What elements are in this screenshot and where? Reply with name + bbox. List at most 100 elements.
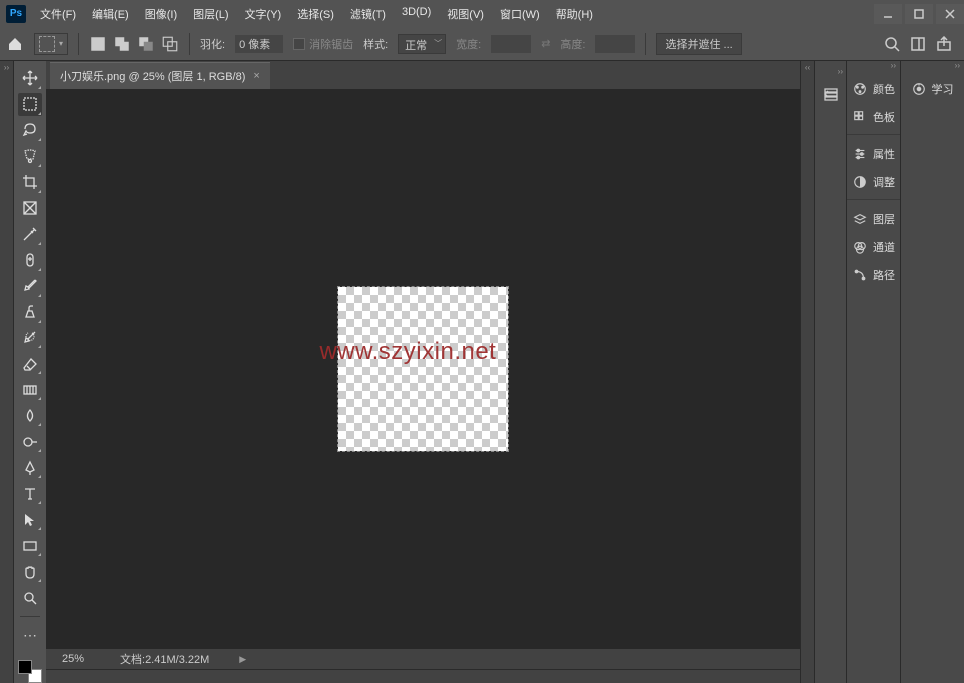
selection-add-icon[interactable] bbox=[113, 35, 131, 53]
gradient-tool[interactable] bbox=[18, 378, 42, 401]
close-tab-icon[interactable]: × bbox=[253, 70, 259, 82]
panel-swatches[interactable]: 色板 bbox=[847, 103, 900, 131]
history-brush-tool[interactable] bbox=[18, 327, 42, 350]
antialias-label: 消除锯齿 bbox=[309, 36, 353, 52]
menu-help[interactable]: 帮助(H) bbox=[548, 0, 601, 28]
edit-toolbar-button[interactable]: ⋯ bbox=[18, 624, 42, 647]
menu-edit[interactable]: 编辑(E) bbox=[84, 0, 137, 28]
learn-column: ›› 学习 bbox=[900, 61, 964, 683]
quick-select-tool[interactable] bbox=[18, 145, 42, 168]
marquee-tool[interactable] bbox=[18, 93, 42, 116]
panel-column: ›› 颜色 色板 属性 调整 图层 通道 路径 bbox=[846, 61, 900, 683]
marquee-preset-icon bbox=[39, 36, 55, 52]
left-collapse-strip[interactable]: ›› bbox=[0, 61, 14, 683]
blur-tool[interactable] bbox=[18, 404, 42, 427]
eraser-tool[interactable] bbox=[18, 352, 42, 375]
title-bar: Ps 文件(F) 编辑(E) 图像(I) 图层(L) 文字(Y) 选择(S) 滤… bbox=[0, 0, 964, 27]
chevron-icon[interactable]: ›› bbox=[847, 61, 900, 75]
dodge-tool[interactable] bbox=[18, 430, 42, 453]
menu-select[interactable]: 选择(S) bbox=[289, 0, 342, 28]
document-tab-title: 小刀娱乐.png @ 25% (图层 1, RGB/8) bbox=[60, 68, 245, 84]
window-controls bbox=[871, 4, 964, 24]
canvas[interactable]: www.szyixin.net bbox=[46, 89, 800, 649]
history-panel-icon[interactable] bbox=[819, 82, 843, 106]
menu-view[interactable]: 视图(V) bbox=[439, 0, 492, 28]
zoom-tool[interactable] bbox=[18, 586, 42, 609]
brush-tool[interactable] bbox=[18, 275, 42, 298]
crop-tool[interactable] bbox=[18, 171, 42, 194]
divider bbox=[20, 616, 40, 617]
tool-preset-picker[interactable]: ▾ bbox=[34, 33, 68, 55]
menu-3d[interactable]: 3D(D) bbox=[394, 0, 439, 28]
checkbox-icon bbox=[293, 38, 305, 50]
panel-adjustments[interactable]: 调整 bbox=[847, 168, 900, 196]
type-tool[interactable] bbox=[18, 482, 42, 505]
workspace-icon[interactable] bbox=[910, 36, 926, 52]
search-icon[interactable] bbox=[884, 36, 900, 52]
app-logo: Ps bbox=[6, 5, 26, 23]
selection-subtract-icon[interactable] bbox=[137, 35, 155, 53]
selection-intersect-icon[interactable] bbox=[161, 35, 179, 53]
menu-image[interactable]: 图像(I) bbox=[137, 0, 185, 28]
chevron-icon[interactable]: ›› bbox=[901, 61, 964, 75]
pen-tool[interactable] bbox=[18, 456, 42, 479]
path-select-tool[interactable] bbox=[18, 508, 42, 531]
status-bar: 25% 文档:2.41M/3.22M ▶ bbox=[46, 649, 800, 669]
canvas-transparency bbox=[338, 287, 508, 451]
document-tabs: 小刀娱乐.png @ 25% (图层 1, RGB/8) × bbox=[46, 61, 800, 89]
lasso-tool[interactable] bbox=[18, 119, 42, 142]
menu-file[interactable]: 文件(F) bbox=[32, 0, 84, 28]
chevron-icon: ›› bbox=[838, 67, 846, 76]
width-input bbox=[491, 35, 531, 53]
document-info[interactable]: 文档:2.41M/3.22M bbox=[108, 651, 209, 667]
select-and-mask-button[interactable]: 选择并遮住 ... bbox=[656, 33, 741, 55]
share-icon[interactable] bbox=[936, 36, 952, 52]
divider bbox=[645, 33, 646, 55]
main-menu: 文件(F) 编辑(E) 图像(I) 图层(L) 文字(Y) 选择(S) 滤镜(T… bbox=[32, 0, 601, 28]
style-label: 样式: bbox=[363, 36, 388, 52]
frame-tool[interactable] bbox=[18, 197, 42, 220]
document-tab[interactable]: 小刀娱乐.png @ 25% (图层 1, RGB/8) × bbox=[50, 62, 270, 89]
panel-color[interactable]: 颜色 bbox=[847, 75, 900, 103]
panel-learn[interactable]: 学习 bbox=[901, 75, 964, 103]
horizontal-scrollbar[interactable] bbox=[46, 669, 800, 683]
home-button[interactable] bbox=[6, 35, 24, 53]
menu-filter[interactable]: 滤镜(T) bbox=[342, 0, 394, 28]
chevron-icon: ‹‹ bbox=[801, 61, 814, 72]
foreground-swatch[interactable] bbox=[18, 660, 32, 674]
healing-brush-tool[interactable] bbox=[18, 249, 42, 272]
divider bbox=[78, 33, 79, 55]
feather-input[interactable] bbox=[235, 35, 283, 53]
antialias-checkbox: 消除锯齿 bbox=[293, 36, 353, 52]
selection-new-icon[interactable] bbox=[89, 35, 107, 53]
menu-type[interactable]: 文字(Y) bbox=[237, 0, 290, 28]
zoom-level[interactable]: 25% bbox=[46, 653, 108, 665]
panel-channels[interactable]: 通道 bbox=[847, 233, 900, 261]
width-label: 宽度: bbox=[456, 36, 481, 52]
close-button[interactable] bbox=[936, 4, 964, 24]
clone-stamp-tool[interactable] bbox=[18, 301, 42, 324]
panel-layers[interactable]: 图层 bbox=[847, 205, 900, 233]
style-select[interactable]: 正常 bbox=[398, 34, 446, 54]
right-collapse-strip[interactable]: ‹‹ bbox=[800, 61, 814, 683]
height-input bbox=[595, 35, 635, 53]
menu-window[interactable]: 窗口(W) bbox=[492, 0, 548, 28]
rectangle-tool[interactable] bbox=[18, 534, 42, 557]
hand-tool[interactable] bbox=[18, 560, 42, 583]
panel-properties[interactable]: 属性 bbox=[847, 140, 900, 168]
maximize-button[interactable] bbox=[905, 4, 933, 24]
chevron-down-icon: ▾ bbox=[59, 39, 63, 48]
panel-paths[interactable]: 路径 bbox=[847, 261, 900, 289]
move-tool[interactable] bbox=[18, 67, 42, 90]
selection-mode-group bbox=[89, 35, 179, 53]
workspace: ›› ⋯ 小刀娱乐.png @ 25% (图层 1, RGB/ bbox=[0, 61, 964, 683]
feather-label: 羽化: bbox=[200, 36, 225, 52]
minimize-button[interactable] bbox=[874, 4, 902, 24]
menu-layer[interactable]: 图层(L) bbox=[185, 0, 236, 28]
color-swatches[interactable] bbox=[18, 660, 42, 683]
divider bbox=[189, 33, 190, 55]
height-label: 高度: bbox=[560, 36, 585, 52]
status-menu-icon[interactable]: ▶ bbox=[239, 654, 246, 665]
document-area: 小刀娱乐.png @ 25% (图层 1, RGB/8) × www.szyix… bbox=[46, 61, 800, 683]
eyedropper-tool[interactable] bbox=[18, 223, 42, 246]
